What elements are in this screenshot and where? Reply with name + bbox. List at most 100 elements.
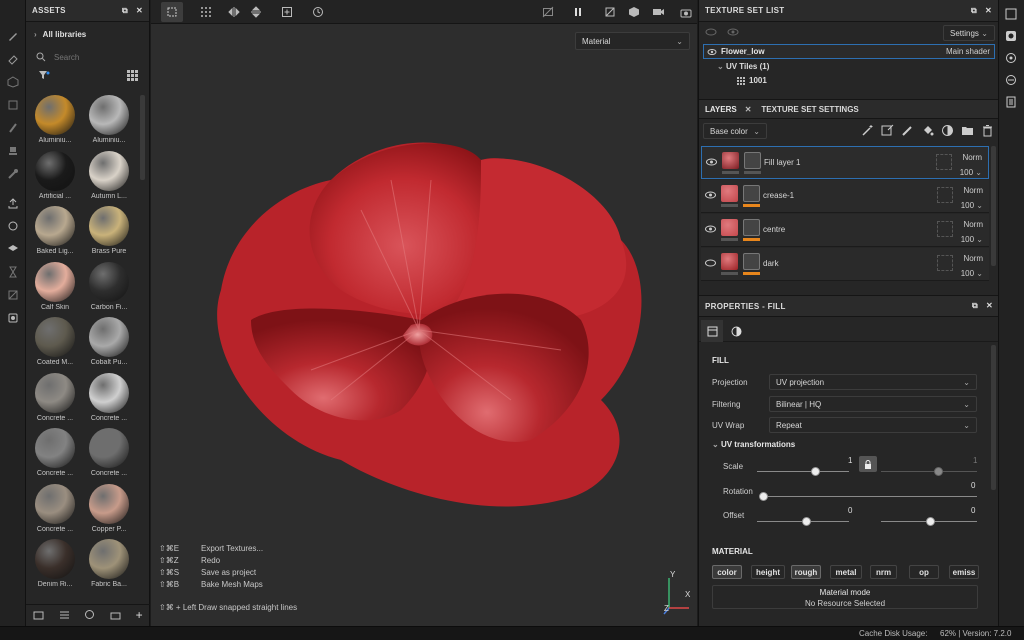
blend-mode[interactable]: Norm 100 ⌄ [960, 150, 982, 180]
uv-wrap-dropdown[interactable]: Repeat ⌄ [769, 417, 977, 433]
scale-u-slider[interactable] [757, 471, 849, 472]
camera-view-icon[interactable] [599, 2, 621, 22]
asset-item[interactable]: Calf Skin [30, 261, 80, 317]
float-panel-icon[interactable]: ⧉ [971, 6, 977, 16]
video-camera-icon[interactable] [647, 2, 669, 22]
projection-icon[interactable] [0, 71, 26, 93]
add-frame-icon[interactable] [276, 2, 298, 22]
blend-mode[interactable]: Norm 100 ⌄ [961, 183, 983, 213]
scrollbar[interactable] [991, 146, 996, 266]
cube-icon[interactable] [623, 2, 645, 22]
asset-item[interactable]: Denim Ri... [30, 539, 80, 594]
material-tab-icon[interactable] [725, 320, 747, 342]
asset-item[interactable]: Fabric Ba... [84, 539, 134, 594]
asset-item[interactable]: Aluminiu... [30, 95, 80, 150]
polygon-fill-icon[interactable] [0, 94, 26, 116]
scrollbar[interactable] [140, 95, 145, 180]
asset-item[interactable]: Carbon Fi... [84, 261, 134, 317]
scale-u-knob[interactable] [811, 467, 820, 476]
viewer-settings-icon[interactable] [1005, 74, 1017, 86]
layer-opacity[interactable]: 100 ⌄ [960, 165, 982, 180]
eraser-icon[interactable] [0, 48, 26, 70]
selection-mode-icon[interactable] [161, 2, 183, 22]
fill-layer-icon[interactable] [921, 124, 934, 137]
screenshot-icon[interactable] [675, 2, 697, 22]
asset-item[interactable]: Brass Pure [84, 206, 134, 261]
tab-layers[interactable]: LAYERS [705, 105, 737, 114]
clone-stamp-icon[interactable] [0, 140, 26, 162]
fill-settings-tab-icon[interactable] [701, 320, 723, 342]
folder-add-icon[interactable] [961, 124, 974, 137]
search-input[interactable] [54, 52, 134, 62]
texture-set-icon[interactable] [0, 215, 26, 237]
eye-icon[interactable] [705, 225, 716, 233]
layer-opacity[interactable]: 100 ⌄ [961, 198, 983, 213]
display-settings-icon[interactable] [0, 307, 26, 329]
projection-dropdown[interactable]: UV projection ⌄ [769, 374, 977, 390]
grid-view-icon[interactable] [127, 70, 138, 81]
grid-dots-icon[interactable] [195, 2, 217, 22]
history-icon[interactable] [307, 2, 329, 22]
add-fill-icon[interactable] [881, 124, 894, 137]
shader-name[interactable]: Main shader [946, 47, 990, 56]
brush-icon[interactable] [0, 25, 26, 47]
trash-icon[interactable] [981, 124, 994, 137]
import-icon[interactable] [33, 610, 44, 620]
filtering-dropdown[interactable]: Bilinear | HQ ⌄ [769, 396, 977, 412]
scale-v-knob[interactable] [934, 467, 943, 476]
mirror-y-icon[interactable] [245, 2, 267, 22]
display-icon[interactable] [1005, 52, 1017, 64]
layer-row[interactable]: dark Norm 100 ⌄ [701, 248, 989, 281]
asset-item[interactable]: Autumn L... [84, 150, 134, 206]
channel-toggle-op[interactable]: op [909, 565, 939, 579]
viewport[interactable]: Material ⌄ ⇧⌘E Export Textures... ⇧⌘Z Re… [151, 0, 697, 626]
uv-transformations-toggle[interactable]: ⌄ UV transformations [712, 440, 795, 449]
bake-icon[interactable] [0, 238, 26, 260]
search-bar[interactable] [30, 48, 140, 66]
asset-item[interactable]: Baked Lig... [30, 206, 80, 261]
channel-toggle-color[interactable]: color [712, 565, 742, 579]
asset-item[interactable]: Concrete ... [84, 372, 134, 428]
asset-item[interactable]: Artificial ... [30, 150, 80, 206]
layer-row[interactable]: Fill layer 1 Norm 100 ⌄ [701, 146, 989, 179]
tab-texture-set-settings[interactable]: TEXTURE SET SETTINGS [761, 105, 858, 114]
settings-dropdown[interactable]: Settings ⌄ [943, 25, 995, 41]
asset-item[interactable]: Coated M... [30, 317, 80, 372]
channel-toggle-nrm[interactable]: nrm [870, 565, 897, 579]
float-panel-icon[interactable]: ⧉ [972, 301, 978, 311]
offset-v-knob[interactable] [926, 517, 935, 526]
breadcrumb[interactable]: › All libraries [34, 30, 86, 39]
paint-layer-icon[interactable] [901, 124, 914, 137]
close-icon[interactable]: ✕ [136, 6, 143, 16]
rotation-knob[interactable] [759, 492, 768, 501]
texture-set-panel-icon[interactable] [1005, 8, 1017, 20]
asset-item[interactable]: Aluminiu... [84, 95, 134, 150]
filter-icon[interactable] [38, 70, 50, 80]
layer-row[interactable]: centre Norm 100 ⌄ [701, 214, 989, 247]
uv-tiles-row[interactable]: ⌄ UV Tiles (1) [717, 62, 769, 71]
visibility-off-icon[interactable] [705, 27, 717, 37]
eye-icon[interactable] [705, 191, 716, 199]
asset-item[interactable]: Concrete ... [30, 483, 80, 539]
close-icon[interactable]: ✕ [985, 6, 992, 16]
uv-tile-row[interactable]: 1001 [737, 76, 767, 85]
float-panel-icon[interactable]: ⧉ [122, 6, 128, 16]
mask-icon[interactable] [0, 284, 26, 306]
magic-wand-icon[interactable] [861, 124, 874, 137]
channel-dropdown[interactable]: Base color ⌄ [703, 123, 767, 139]
layer-opacity[interactable]: 100 ⌄ [961, 232, 983, 247]
close-icon[interactable]: ✕ [986, 301, 993, 311]
asset-item[interactable]: Concrete ... [30, 372, 80, 428]
rotation-slider[interactable] [763, 496, 977, 497]
layer-opacity[interactable]: 100 ⌄ [961, 266, 983, 281]
channel-toggle-height[interactable]: height [751, 565, 785, 579]
shader-settings-icon[interactable] [1005, 30, 1017, 42]
pause-icon[interactable] [567, 2, 589, 22]
asset-item[interactable]: Cobalt Pu... [84, 317, 134, 372]
lock-icon[interactable] [859, 456, 877, 472]
asset-item[interactable]: Concrete ... [30, 428, 80, 483]
mask-add-icon[interactable] [941, 124, 954, 137]
eye-icon[interactable] [707, 48, 717, 56]
visibility-icon[interactable] [727, 27, 739, 37]
channel-toggle-rough[interactable]: rough [791, 565, 821, 579]
